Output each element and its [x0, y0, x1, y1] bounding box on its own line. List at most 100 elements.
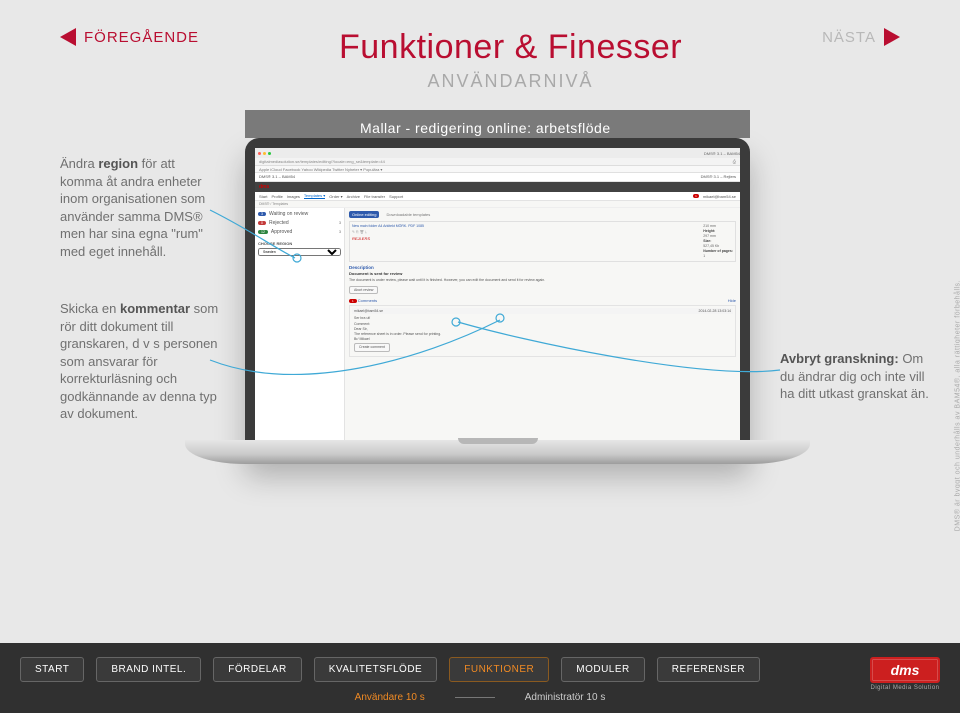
- callout-comment: Skicka en kommentar som rör ditt dokumen…: [60, 300, 220, 423]
- status-waiting-label: Waiting on review: [269, 211, 308, 217]
- bookmarks-bar[interactable]: Apple iCloud Facebook Yahoo Wikipedia Tw…: [255, 166, 740, 173]
- laptop-mock: DMS® 3.1 – BAM54 digitalmediasolution.se…: [245, 138, 750, 498]
- status-waiting[interactable]: 3 Waiting on review: [258, 211, 341, 217]
- status-rejected-label: Rejected: [269, 220, 289, 226]
- menu-filetransfer[interactable]: File transfer: [364, 194, 385, 199]
- user-label[interactable]: mikael@bam54.se: [703, 194, 736, 199]
- tab-downloadable[interactable]: Downloadable templates: [383, 211, 433, 218]
- page-title-block: Funktioner & Finesser ANVÄNDARNIVÅ: [339, 28, 682, 92]
- app-header: dms: [255, 182, 740, 192]
- spec-size: 527,45 Kb: [703, 244, 733, 248]
- description-heading: Description: [349, 265, 736, 270]
- callout-region-bold: region: [98, 156, 138, 171]
- comment-author: mikael@bam54.se: [354, 309, 383, 313]
- comments-count-badge: 1: [349, 299, 357, 303]
- page-subtitle: ANVÄNDARNIVÅ: [339, 71, 682, 92]
- slide-label: Mallar - redigering online: arbetsflöde: [360, 120, 611, 136]
- minimize-icon[interactable]: [263, 152, 266, 155]
- comment-date: 2014-02-28 13:03:14: [699, 309, 732, 313]
- spec-height-lbl: Height:: [703, 229, 715, 233]
- app-menu: Start Profile Images Templates ▾ Order ▾…: [255, 192, 740, 201]
- region-select[interactable]: Sweden: [258, 248, 341, 256]
- status-approved-count: 12: [258, 230, 268, 234]
- spec-size-lbl: Size:: [703, 239, 711, 243]
- callout-abort-bold: Avbryt granskning:: [780, 351, 899, 366]
- callout-region: Ändra region för att komma åt andra enhe…: [60, 155, 220, 260]
- reader-icon[interactable]: ⎙: [733, 159, 736, 164]
- menu-images[interactable]: Images: [287, 194, 300, 199]
- doc-specs: 210 mm Height: 297 mm Size: 527,45 Kb Nu…: [703, 224, 733, 259]
- maximize-icon[interactable]: [268, 152, 271, 155]
- brand-tag-icon: REJLERS: [352, 236, 424, 241]
- footer-subnav: Användare 10 s Administratör 10 s: [0, 692, 960, 703]
- callout-abort: Avbryt granskning: Om du ändrar dig och …: [780, 350, 930, 403]
- callout-region-post: för att komma åt andra enheter inom orga…: [60, 156, 205, 259]
- status-rejected-right: 3: [339, 221, 341, 225]
- description-title: Document is sent for review: [349, 271, 736, 276]
- comments-heading: Comments: [358, 298, 377, 303]
- footer-referenser[interactable]: REFERENSER: [657, 657, 760, 682]
- triangle-left-icon: [60, 28, 76, 46]
- footer-kvalitetsflode[interactable]: KVALITETSFLÖDE: [314, 657, 438, 682]
- description-body: The document is under review, please wai…: [349, 278, 736, 283]
- screen-frame: DMS® 3.1 – BAM54 digitalmediasolution.se…: [245, 138, 750, 458]
- laptop-notch: [458, 438, 538, 444]
- footer-logo[interactable]: dms Digital Media Solution: [870, 657, 940, 691]
- menu-profile[interactable]: Profile: [271, 194, 282, 199]
- subnav-divider: [455, 697, 495, 698]
- callout-region-pre: Ändra: [60, 156, 98, 171]
- sidebar: 3 Waiting on review 0 Rejected 3 12 Appr…: [255, 208, 345, 448]
- menu-order[interactable]: Order ▾: [329, 194, 342, 199]
- next-button[interactable]: NÄSTA: [822, 28, 900, 46]
- footer-brand-intel[interactable]: BRAND INTEL.: [96, 657, 201, 682]
- prev-button[interactable]: FÖREGÅENDE: [60, 28, 199, 46]
- subnav-admin[interactable]: Administratör 10 s: [525, 692, 606, 703]
- create-comment-button[interactable]: Create comment: [354, 343, 390, 352]
- spec-width: 210 mm: [703, 224, 733, 228]
- comments-heading-row: 1 Comments Hide: [349, 298, 736, 303]
- spec-pages-lbl: Number of pages:: [703, 249, 733, 253]
- doc-infobox: New main folder A4 Arkitekt MÖRK. PDF 10…: [349, 221, 736, 262]
- app-logo[interactable]: dms: [259, 184, 269, 190]
- editor-tabs: Online editing Downloadable templates: [349, 211, 736, 218]
- editor-pane: Online editing Downloadable templates Ne…: [345, 208, 740, 448]
- close-icon[interactable]: [258, 152, 261, 155]
- footer-funktioner[interactable]: FUNKTIONER: [449, 657, 549, 682]
- spec-height: 297 mm: [703, 234, 733, 238]
- comment-textarea[interactable]: Dear Sir, The reference sheet is in orde…: [354, 327, 731, 342]
- status-rejected-count: 0: [258, 221, 266, 225]
- menu-templates[interactable]: Templates ▾: [304, 193, 325, 199]
- spec-pages: 1: [703, 254, 733, 258]
- status-waiting-count: 3: [258, 212, 266, 216]
- status-approved[interactable]: 12 Approved 3: [258, 229, 341, 235]
- notification-badge[interactable]: 1: [693, 194, 699, 198]
- comment-line1: Ser bra ut!: [354, 316, 731, 321]
- status-rejected[interactable]: 0 Rejected 3: [258, 220, 341, 226]
- prev-label: FÖREGÅENDE: [84, 29, 199, 46]
- screen: DMS® 3.1 – BAM54 digitalmediasolution.se…: [255, 148, 740, 448]
- page-title: Funktioner & Finesser: [339, 28, 682, 67]
- doc-title: New main folder A4 Arkitekt MÖRK. PDF 10…: [352, 224, 424, 228]
- browser-tab-right[interactable]: DMS® 3.1 – Rejlers: [701, 174, 736, 180]
- menu-archive[interactable]: Archive: [347, 194, 360, 199]
- callout-comment-bold: kommentar: [120, 301, 190, 316]
- status-approved-label: Approved: [271, 229, 292, 235]
- footer-moduler[interactable]: MODULER: [561, 657, 645, 682]
- footer-start[interactable]: START: [20, 657, 84, 682]
- footer-fordelar[interactable]: FÖRDELAR: [213, 657, 301, 682]
- tab-online-editing[interactable]: Online editing: [349, 211, 379, 218]
- menu-start[interactable]: Start: [259, 194, 267, 199]
- footer-logo-sub: Digital Media Solution: [870, 685, 939, 691]
- menu-support[interactable]: Support: [389, 194, 403, 199]
- comments-hide-link[interactable]: Hide: [728, 298, 736, 303]
- footer-logo-mark: dms: [870, 657, 940, 683]
- url-text: digitalmediasolution.se/templates/editin…: [259, 159, 385, 164]
- browser-window-controls: DMS® 3.1 – BAM54: [255, 148, 740, 158]
- browser-tab-left[interactable]: DMS® 3.1 – BAM54: [259, 174, 295, 180]
- subnav-user[interactable]: Användare 10 s: [355, 692, 425, 703]
- address-bar[interactable]: digitalmediasolution.se/templates/editin…: [255, 158, 740, 166]
- abort-review-button[interactable]: Abort review: [349, 286, 378, 294]
- browser-tab-title: DMS® 3.1 – BAM54: [704, 151, 740, 156]
- browser-tabs-row: DMS® 3.1 – BAM54 DMS® 3.1 – Rejlers: [255, 173, 740, 182]
- region-heading: CHOOSE REGION: [258, 241, 341, 246]
